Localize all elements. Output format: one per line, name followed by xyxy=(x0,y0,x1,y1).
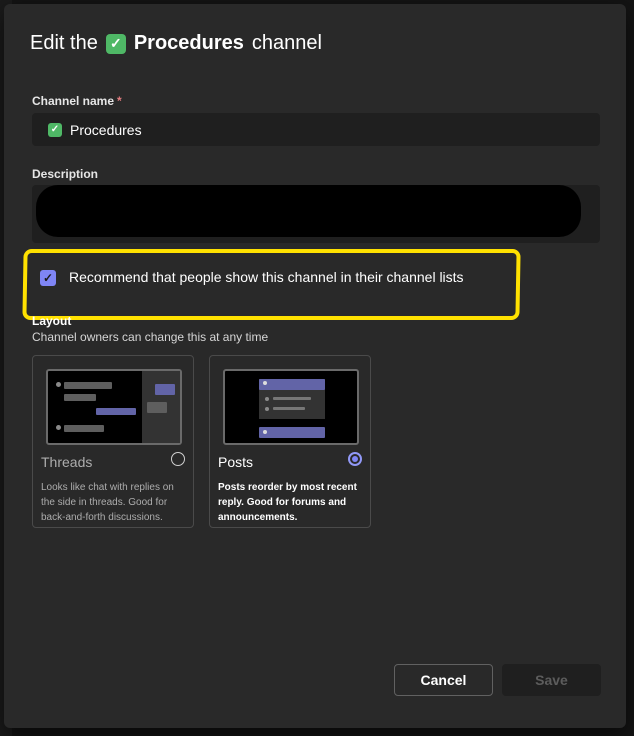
illustration-bar xyxy=(64,425,104,432)
illustration-bar xyxy=(155,384,175,395)
illustration-bar xyxy=(259,427,325,438)
layout-option-posts[interactable]: Posts Posts reorder by most recent reply… xyxy=(209,355,371,528)
illustration-dot xyxy=(56,382,61,387)
channel-name-label: Channel name * xyxy=(32,94,122,108)
title-prefix: Edit the xyxy=(30,32,98,54)
illustration-bar xyxy=(96,408,136,415)
illustration-bar xyxy=(259,379,325,390)
posts-preview-illustration xyxy=(223,369,359,445)
illustration-dot xyxy=(263,381,267,385)
threads-radio[interactable] xyxy=(171,452,185,466)
layout-option-threads[interactable]: Threads Looks like chat with replies on … xyxy=(32,355,194,528)
illustration-bar xyxy=(273,397,311,400)
recommend-label: Recommend that people show this channel … xyxy=(69,269,464,285)
illustration-dot xyxy=(265,407,269,411)
edit-channel-dialog: Edit the ✓ Procedures channel Channel na… xyxy=(4,4,626,728)
required-mark: * xyxy=(117,94,122,108)
illustration-bar xyxy=(147,402,167,413)
title-channel-name: Procedures xyxy=(133,32,244,54)
title-suffix: channel xyxy=(251,32,322,54)
illustration-dot xyxy=(56,425,61,430)
layout-heading: Layout xyxy=(32,314,72,328)
layout-subheading: Channel owners can change this at any ti… xyxy=(32,330,269,344)
description-label: Description xyxy=(32,167,99,181)
dialog-title: Edit the ✓ Procedures channel xyxy=(30,32,322,55)
posts-description: Posts reorder by most recent reply. Good… xyxy=(218,482,357,523)
check-emoji-icon: ✓ xyxy=(105,33,126,54)
illustration-dot xyxy=(265,397,269,401)
illustration-bar xyxy=(64,382,112,389)
description-field[interactable] xyxy=(32,185,600,243)
threads-preview-illustration xyxy=(46,369,182,445)
channel-name-value: Procedures xyxy=(70,121,142,138)
cancel-button[interactable]: Cancel xyxy=(394,664,493,696)
posts-radio[interactable] xyxy=(348,452,362,466)
illustration-bar xyxy=(64,394,96,401)
illustration-dot xyxy=(263,430,267,434)
recommend-checkbox[interactable]: ✓ xyxy=(40,270,56,286)
posts-title: Posts xyxy=(218,454,254,470)
save-button[interactable]: Save xyxy=(502,664,601,696)
threads-title: Threads xyxy=(41,454,93,470)
threads-description: Looks like chat with replies on the side… xyxy=(41,482,174,523)
redaction-mark xyxy=(36,185,581,237)
channel-name-label-text: Channel name xyxy=(32,94,115,108)
check-emoji-icon: ✓ xyxy=(48,122,62,137)
illustration-bar xyxy=(273,407,305,410)
channel-name-field[interactable]: ✓ Procedures xyxy=(32,113,600,146)
